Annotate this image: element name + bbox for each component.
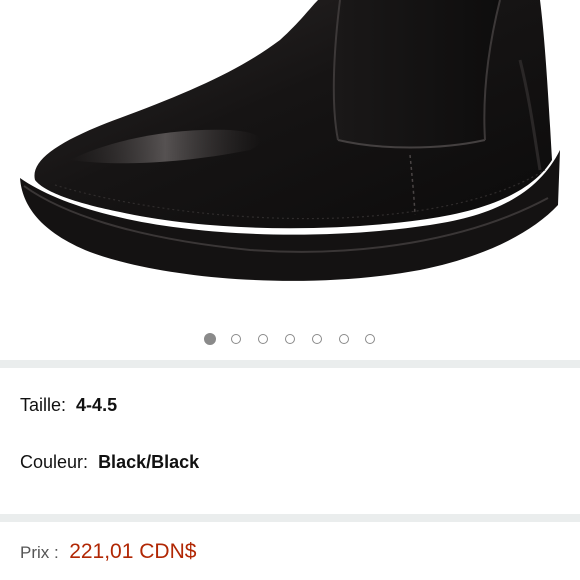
price-row: Prix : 221,01 CDN$ [20,540,196,564]
product-page: Taille: 4-4.5 Couleur: Black/Black Prix … [0,0,580,580]
carousel-dot-4[interactable] [285,334,295,344]
size-value: 4-4.5 [76,395,118,415]
product-image-gallery[interactable] [0,0,580,358]
section-divider [0,360,580,368]
carousel-dot-7[interactable] [365,334,375,344]
product-image[interactable] [0,0,580,325]
size-label: Taille: [20,395,67,415]
carousel-dot-1[interactable] [204,333,216,345]
carousel-dots [0,333,580,348]
carousel-dot-2[interactable] [231,334,241,344]
carousel-dot-5[interactable] [312,334,322,344]
size-row[interactable]: Taille: 4-4.5 [20,395,117,416]
price-label: Prix : [20,543,59,562]
color-value: Black/Black [98,452,200,472]
carousel-dot-6[interactable] [339,334,349,344]
carousel-dot-3[interactable] [258,334,268,344]
color-label: Couleur: [20,452,89,472]
price-value: 221,01 CDN$ [69,540,197,563]
color-row[interactable]: Couleur: Black/Black [20,452,199,473]
section-divider [0,514,580,522]
